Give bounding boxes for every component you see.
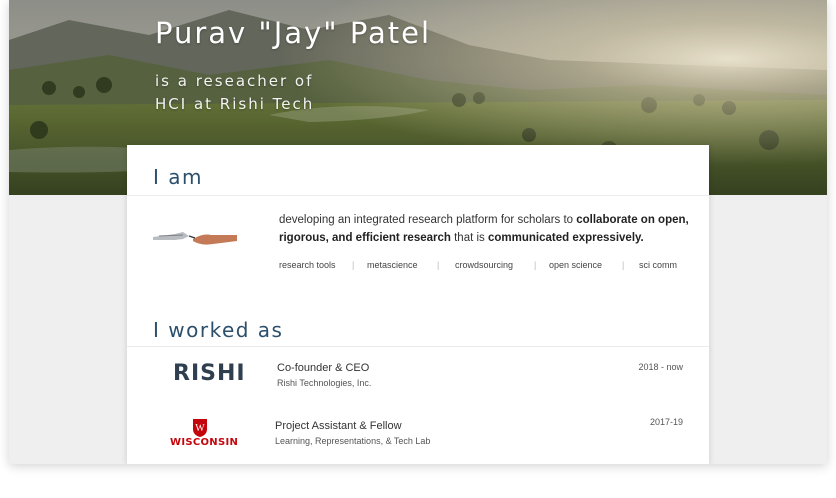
- hands-reaching-image: [153, 232, 237, 245]
- page-frame: Purav "Jay" Patel is a reseacher of HCI …: [9, 0, 827, 464]
- tag-list: research tools | metascience | crowdsourcing…: [279, 260, 689, 276]
- hero-subtitle-line1: is a reseacher of: [155, 72, 314, 90]
- tag-item[interactable]: research tools: [279, 260, 336, 270]
- emphasis-text: communicated expressively.: [488, 232, 644, 244]
- iam-description: developing an integrated research platfo…: [279, 211, 689, 247]
- job-org: Learning, Representations, & Tech Lab: [275, 436, 431, 446]
- description-text: developing an integrated research platfo…: [279, 214, 577, 226]
- tag-item[interactable]: crowdsourcing: [455, 260, 513, 270]
- job-dates: 2017-19: [649, 417, 683, 427]
- rishi-logo: RISHI: [173, 361, 246, 386]
- wisconsin-logo: WISCONSIN: [170, 437, 239, 448]
- divider: [127, 195, 709, 196]
- svg-text:W: W: [195, 423, 205, 434]
- tag-separator: |: [622, 260, 625, 270]
- job-dates: 2018 - now: [638, 362, 683, 372]
- job-title: Co-founder & CEO: [277, 362, 370, 374]
- tag-item[interactable]: open science: [549, 260, 602, 270]
- section-heading-iam: I am: [153, 165, 203, 189]
- hero-subtitle-line2: HCI at Rishi Tech: [155, 95, 315, 113]
- description-text: that is: [450, 232, 488, 244]
- job-title: Project Assistant & Fellow: [275, 420, 402, 432]
- tag-separator: |: [352, 260, 355, 270]
- wisconsin-crest-icon: W: [193, 419, 207, 437]
- job-org: Rishi Technologies, Inc.: [277, 378, 372, 388]
- tag-item[interactable]: sci comm: [639, 260, 677, 270]
- section-heading-worked: I worked as: [153, 318, 284, 342]
- tag-separator: |: [534, 260, 537, 270]
- divider: [127, 346, 709, 347]
- content-card: I am developing an integrated research p…: [127, 145, 709, 464]
- hero-name: Purav "Jay" Patel: [155, 16, 432, 50]
- tag-item[interactable]: metascience: [367, 260, 418, 270]
- tag-separator: |: [437, 260, 440, 270]
